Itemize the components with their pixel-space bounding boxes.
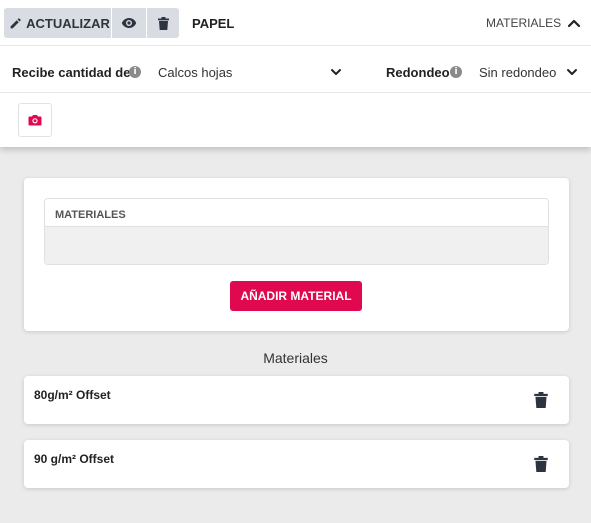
- chevron-up-icon[interactable]: [566, 15, 582, 31]
- list-item: 80g/m² Offset: [24, 376, 569, 424]
- info-icon: i: [450, 66, 462, 78]
- camera-icon: [28, 115, 42, 126]
- add-material-button[interactable]: AÑADIR MATERIAL: [230, 281, 362, 311]
- chevron-down-icon[interactable]: [329, 65, 343, 79]
- rounding-label: Redondeo: [386, 65, 450, 80]
- materials-table: MATERIALES: [44, 198, 549, 265]
- list-item: 90 g/m² Offset: [24, 440, 569, 488]
- section-title: PAPEL: [192, 16, 235, 31]
- delete-button[interactable]: [147, 8, 179, 38]
- pencil-icon: [10, 17, 21, 28]
- materials-table-header: MATERIALES: [45, 199, 548, 227]
- section-tag: MATERIALES: [486, 16, 562, 30]
- update-button[interactable]: ACTUALIZAR: [4, 8, 111, 38]
- view-button[interactable]: [112, 8, 146, 38]
- info-icon: i: [129, 66, 141, 78]
- rounding-select[interactable]: Sin redondeo: [479, 65, 556, 80]
- material-name: 80g/m² Offset: [34, 388, 111, 402]
- options-row: Recibe cantidad de i Calcos hojas Redond…: [0, 46, 591, 93]
- quantity-select[interactable]: Calcos hojas: [158, 65, 232, 80]
- top-panel: ACTUALIZAR PAPEL MATERIALES Recibe canti…: [0, 0, 591, 147]
- eye-icon: [121, 18, 137, 28]
- trash-icon[interactable]: [534, 456, 548, 472]
- camera-button[interactable]: [18, 103, 52, 137]
- toolbar: ACTUALIZAR PAPEL MATERIALES: [0, 0, 591, 46]
- materials-table-body: [45, 227, 548, 264]
- materials-card: MATERIALES AÑADIR MATERIAL: [24, 178, 569, 331]
- trash-icon[interactable]: [534, 392, 548, 408]
- update-button-label: ACTUALIZAR: [26, 15, 110, 31]
- materials-list-title: Materiales: [263, 350, 328, 366]
- toolbar-button-group: ACTUALIZAR: [4, 8, 179, 38]
- material-name: 90 g/m² Offset: [34, 452, 115, 466]
- quantity-label: Recibe cantidad de: [12, 65, 131, 80]
- trash-icon: [157, 16, 169, 30]
- chevron-down-icon[interactable]: [565, 65, 579, 79]
